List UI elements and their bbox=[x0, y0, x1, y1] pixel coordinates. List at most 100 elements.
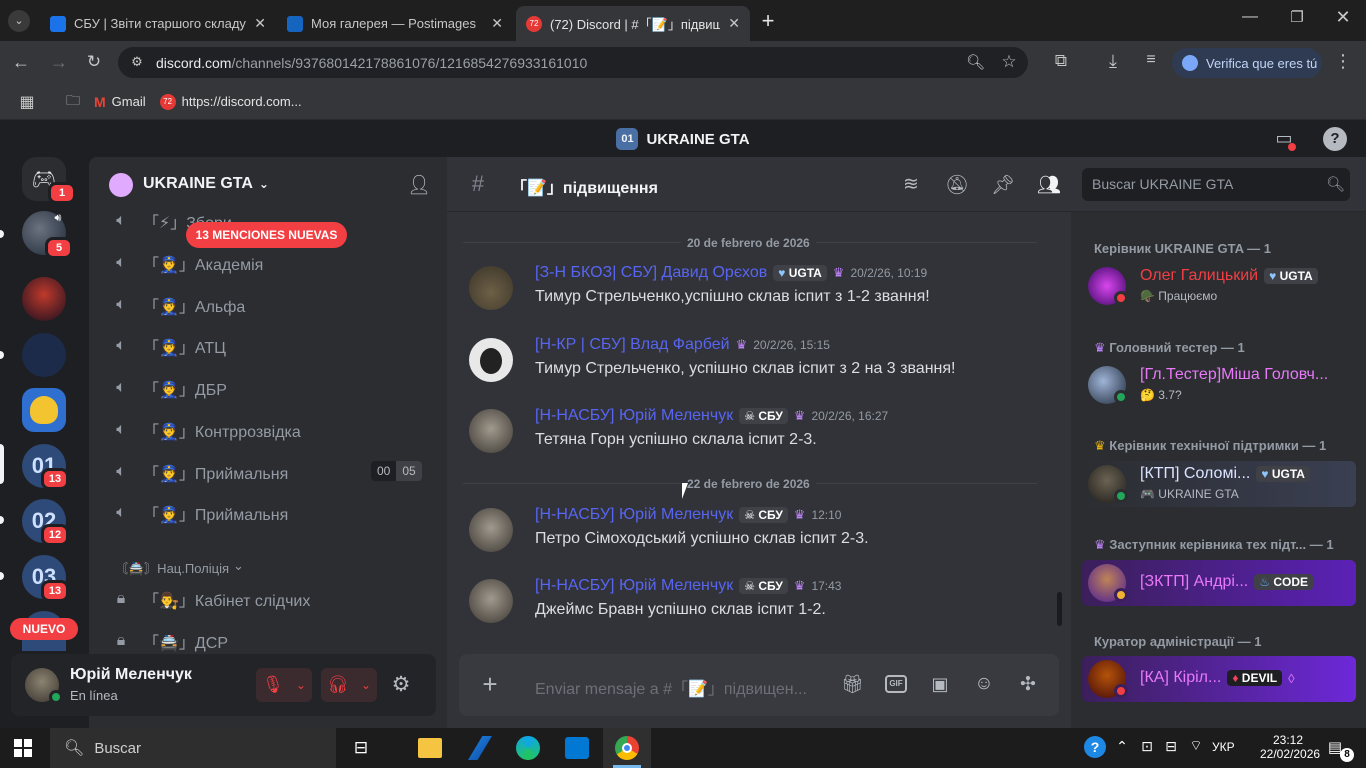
channel-item[interactable]: 🔈︎ 「👮」Альфа bbox=[109, 287, 429, 323]
avatar[interactable] bbox=[469, 508, 513, 552]
author-name[interactable]: [З-Н БКОЗ| СБУ] Давид Орєхов bbox=[535, 264, 767, 282]
member-group-header: ♛ Головний тестер — 1 bbox=[1094, 340, 1245, 356]
site-info-icon[interactable]: ⚙ bbox=[128, 54, 146, 70]
member-item[interactable]: [ЗКТП] Андрі... ♨ CODE bbox=[1082, 560, 1356, 606]
bookmark-gmail[interactable]: M Gmail bbox=[94, 94, 146, 110]
address-bar[interactable]: ⚙ discord.com/channels/93768014217886107… bbox=[118, 47, 1028, 78]
bookmark-discord[interactable]: 72 https://discord.com... bbox=[159, 93, 302, 110]
emoji-icon[interactable]: ☺ bbox=[973, 673, 995, 695]
channel-title: 「📝」підвищення bbox=[511, 180, 658, 197]
help-icon[interactable]: ? bbox=[1084, 736, 1106, 758]
author-name[interactable]: [Н-НАСБУ] Юрій Меленчук bbox=[535, 407, 733, 425]
new-tab-button[interactable]: + bbox=[758, 8, 778, 34]
settings-gear-icon[interactable]: ⚙ bbox=[389, 672, 413, 697]
server-icon-personal-zone[interactable] bbox=[22, 277, 66, 321]
folder-icon[interactable]: 🗀 bbox=[64, 90, 82, 114]
add-attachment-icon[interactable]: + bbox=[479, 670, 501, 698]
channel-item[interactable]: 🔈︎ 「👮」АТЦ bbox=[109, 328, 429, 364]
file-explorer-icon[interactable] bbox=[418, 738, 442, 758]
tab-postimages[interactable]: Моя галерея — Postimages ✕ bbox=[277, 6, 513, 41]
threads-icon[interactable]: ≋ bbox=[899, 173, 923, 196]
apps-icon[interactable]: ▦ bbox=[18, 92, 36, 112]
member-item[interactable]: [КА] Кіріл... ♦ DEVIL ◊ bbox=[1082, 656, 1356, 702]
task-view-icon[interactable]: ⊟ bbox=[350, 738, 372, 758]
invite-people-icon[interactable]: 👤︎ bbox=[407, 173, 431, 197]
deafen-button[interactable]: 🎧︎ ⌄ bbox=[321, 668, 377, 702]
language-indicator[interactable]: УКР bbox=[1212, 740, 1235, 754]
extensions-icon[interactable]: ⧉ bbox=[1050, 51, 1072, 71]
reload-icon[interactable]: ↻ bbox=[83, 52, 105, 72]
message-composer[interactable]: + Enviar mensaje a #「📝」підвищен... 🎁︎ GI… bbox=[459, 654, 1059, 716]
help-icon[interactable]: ? bbox=[1323, 127, 1347, 151]
wifi-icon[interactable]: ⌔ bbox=[1187, 737, 1205, 755]
gift-icon[interactable]: 🎁︎ bbox=[841, 674, 864, 695]
sticker-icon[interactable]: ▣ bbox=[929, 674, 951, 695]
timestamp: 12:10 bbox=[811, 508, 842, 522]
tag-label: СБУ bbox=[758, 579, 783, 593]
download-icon[interactable]: ⤓ bbox=[1102, 51, 1124, 72]
search-input[interactable]: Buscar UKRAINE GTA 🔍︎ bbox=[1082, 168, 1350, 201]
close-window-button[interactable]: ✕ bbox=[1331, 7, 1355, 28]
chevron-down-icon: ⌄ bbox=[258, 177, 269, 191]
server-icon-emblem[interactable] bbox=[22, 388, 66, 432]
taskbar-search[interactable]: 🔍︎ Buscar bbox=[50, 728, 336, 768]
tag-label: UGTA bbox=[788, 266, 822, 280]
channel-item[interactable]: 🔈︎ 「👮」Контррозвідка bbox=[109, 412, 429, 448]
zoom-icon[interactable]: 🔍︎ bbox=[966, 53, 985, 71]
hashtag-icon: # bbox=[471, 171, 485, 196]
close-icon[interactable]: ✕ bbox=[254, 15, 266, 32]
start-button[interactable] bbox=[14, 739, 32, 757]
tab-sbu[interactable]: СБУ | Звіти старшого складу | С ✕ bbox=[40, 6, 276, 41]
taskbar-chrome-active[interactable] bbox=[603, 728, 651, 768]
server-icon-news[interactable] bbox=[22, 333, 66, 377]
chevron-up-icon[interactable]: ⌃ bbox=[1114, 738, 1130, 755]
notification-muted-icon[interactable]: 🔕︎ bbox=[945, 173, 969, 197]
avatar[interactable] bbox=[469, 579, 513, 623]
author-name[interactable]: [Н-НАСБУ] Юрій Меленчук bbox=[535, 577, 733, 595]
network-icon[interactable]: ⊟ bbox=[1163, 738, 1179, 755]
tab-search-button[interactable]: ⌄ bbox=[8, 10, 30, 32]
close-icon[interactable]: ✕ bbox=[491, 15, 503, 32]
apps-icon[interactable]: ✣ bbox=[1017, 673, 1039, 696]
gif-icon[interactable]: GIF bbox=[885, 675, 907, 693]
member-name-row: [Гл.Тестер]Міша Головч... bbox=[1140, 366, 1328, 384]
tab-discord[interactable]: 72 (72) Discord | #「📝」підвищенн ✕ bbox=[516, 6, 750, 41]
server-header[interactable]: UKRAINE GTA ⌄ bbox=[143, 175, 269, 193]
media-icon[interactable]: ≡ bbox=[1140, 51, 1162, 69]
back-icon[interactable]: ← bbox=[10, 52, 32, 73]
scrollbar-thumb[interactable] bbox=[1057, 592, 1062, 626]
author-name[interactable]: [Н-КР | СБУ] Влад Фарбей bbox=[535, 336, 730, 354]
profile-chip[interactable]: Verifica que eres tú bbox=[1172, 48, 1322, 78]
member-item[interactable]: [КТП] Соломі... ♥ UGTA 🎮 UKRAINE GTA bbox=[1082, 461, 1356, 507]
server-icon: 01 bbox=[616, 128, 639, 150]
tray-app-icon[interactable]: ⊡ bbox=[1139, 738, 1155, 755]
member-list-icon[interactable]: 👥︎ bbox=[1037, 173, 1061, 197]
avatar[interactable] bbox=[469, 409, 513, 453]
avatar[interactable] bbox=[469, 338, 513, 382]
store-icon[interactable] bbox=[565, 737, 589, 759]
channel-item[interactable]: 🔈︎ 「👮」Приймальня 00 05 bbox=[109, 454, 429, 490]
new-unreads-pill[interactable]: NUEVO bbox=[10, 618, 78, 640]
minimize-button[interactable]: — bbox=[1238, 8, 1262, 26]
close-icon[interactable]: ✕ bbox=[728, 15, 740, 32]
channel-item[interactable]: 🔒︎ 「👨‍⚖️」Кабінет слідчих bbox=[109, 581, 429, 617]
member-item[interactable]: [Гл.Тестер]Міша Головч... 🤔 3.7? bbox=[1082, 362, 1356, 408]
channel-item[interactable]: 🔈︎ 「👮」ДБР bbox=[109, 370, 429, 406]
channel-item[interactable]: 🔈︎ 「👮」Приймальня bbox=[109, 495, 429, 531]
clock[interactable]: 23:12 22/02/2026 bbox=[1260, 733, 1320, 761]
mute-button[interactable]: 🎙︎ ⌄ bbox=[256, 668, 312, 702]
edge-icon[interactable] bbox=[516, 736, 540, 760]
bookmark-star-icon[interactable]: ☆ bbox=[1000, 52, 1018, 72]
menu-icon[interactable]: ⋮ bbox=[1334, 51, 1352, 72]
url-domain: discord.com bbox=[156, 54, 232, 71]
member-item[interactable]: Олег Галицький ♥ UGTA 🪖 Працюємо bbox=[1082, 263, 1356, 309]
pin-icon[interactable]: 📌︎ bbox=[991, 173, 1015, 197]
channel-item[interactable]: 🔈︎ 「👮」Академія bbox=[109, 245, 429, 281]
restore-button[interactable]: ❐ bbox=[1285, 8, 1309, 26]
author-name[interactable]: [Н-НАСБУ] Юрій Меленчук bbox=[535, 506, 733, 524]
channel-header: # 「📝」підвищення ≋ 🔕︎ 📌︎ 👥︎ Buscar UKRAIN… bbox=[447, 157, 1366, 212]
category-header[interactable]: 〘🚔〙Нац.Поліція ⌄ bbox=[115, 558, 244, 577]
avatar[interactable] bbox=[469, 266, 513, 310]
profile-icon bbox=[1182, 55, 1198, 71]
forward-icon[interactable]: → bbox=[48, 52, 70, 73]
